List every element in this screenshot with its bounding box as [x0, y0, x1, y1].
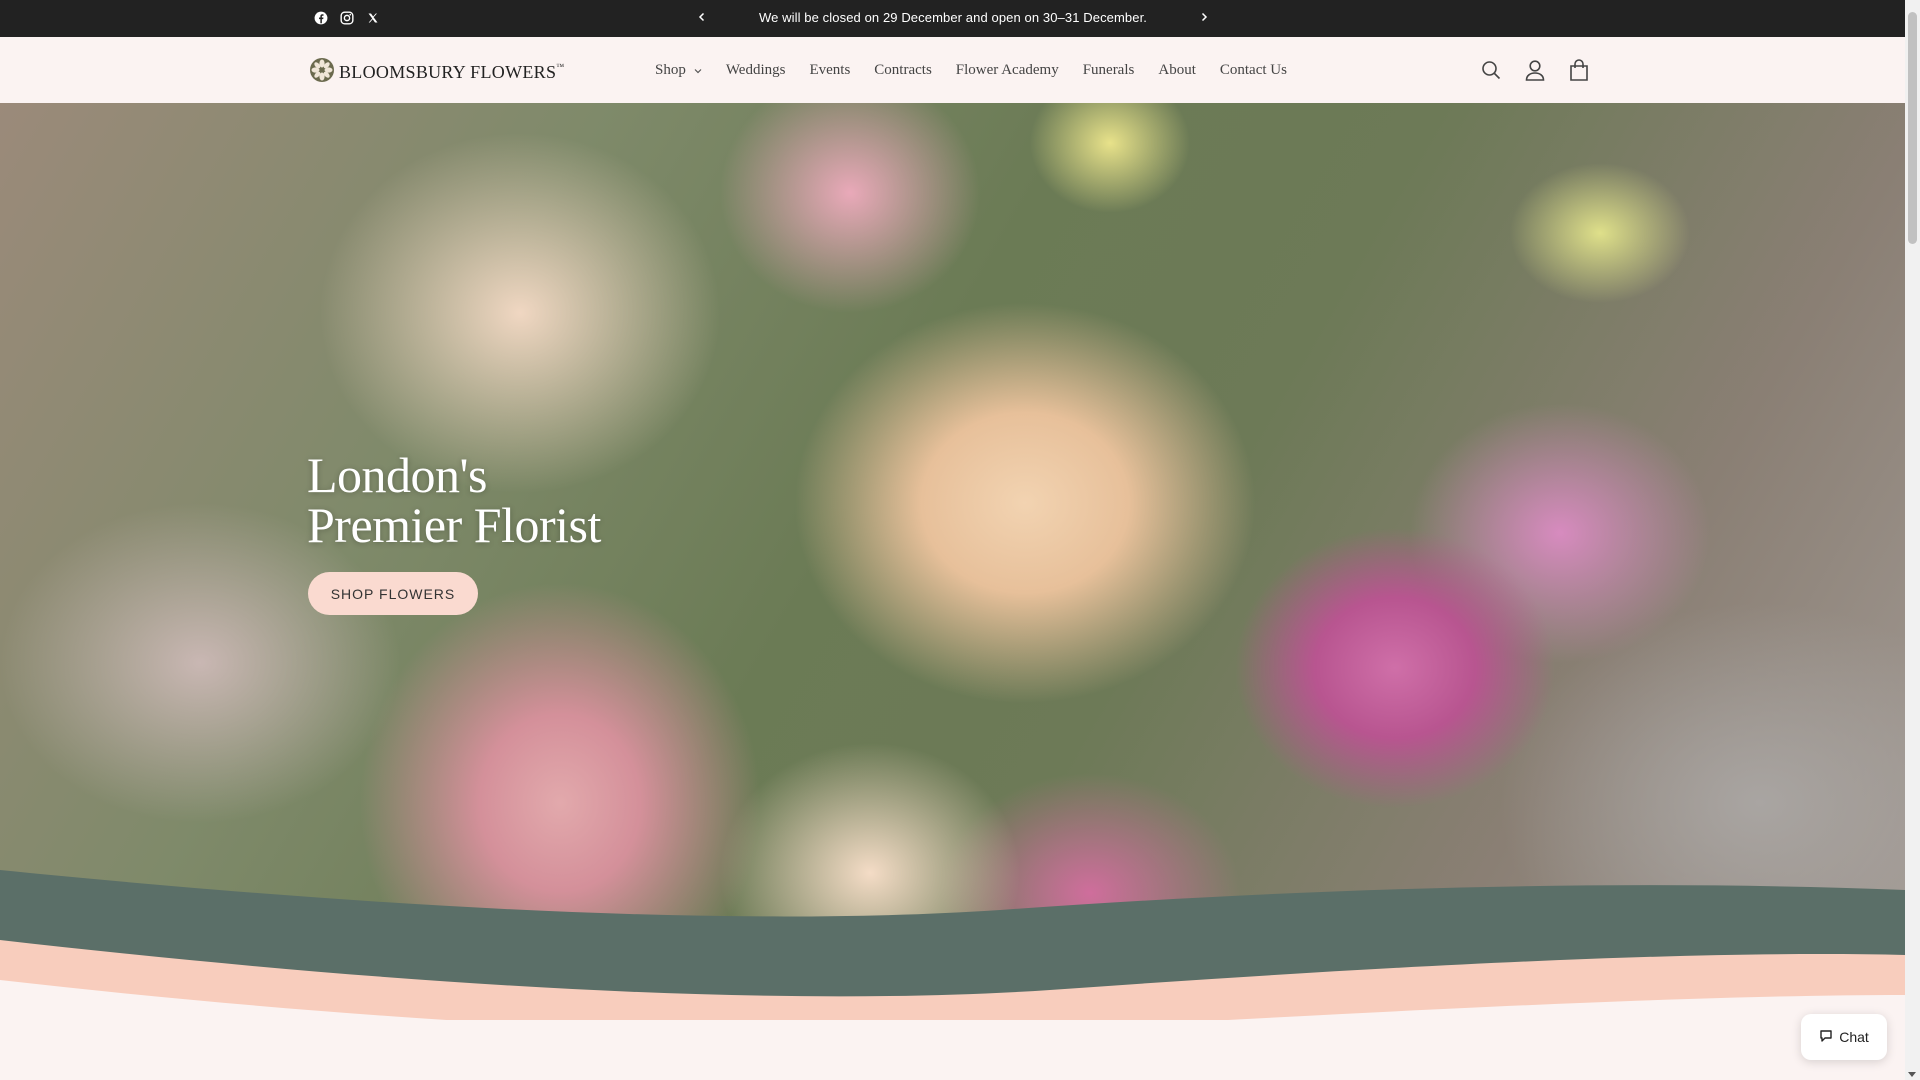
page: We will be closed on 29 December and ope…: [0, 0, 1920, 1080]
decorative-wave: [0, 870, 1905, 1080]
flower-logo-icon: [309, 57, 335, 88]
cart-icon[interactable]: [1568, 59, 1590, 81]
chevron-left-icon: [697, 9, 707, 27]
nav-item-contracts[interactable]: Contracts: [862, 62, 944, 79]
chat-label: Chat: [1839, 1029, 1869, 1045]
nav-item-label: About: [1158, 61, 1196, 78]
nav-item-label: Events: [809, 61, 851, 78]
nav-item-weddings[interactable]: Weddings: [714, 62, 798, 79]
x-icon[interactable]: [365, 10, 381, 26]
shop-flowers-button[interactable]: SHOP FLOWERS: [308, 572, 478, 615]
social-links: [313, 10, 381, 26]
scroll-down-icon[interactable]: [1908, 1072, 1916, 1077]
nav-item-label: Shop: [655, 61, 686, 78]
site-header: BLOOMSBURY FLOWERS™ Shop Weddings Events…: [0, 37, 1905, 103]
nav-item-label: Flower Academy: [955, 61, 1059, 78]
hero-title: London's Premier Florist: [307, 450, 601, 550]
account-icon[interactable]: [1524, 59, 1546, 81]
scrollbar-thumb[interactable]: [1908, 12, 1917, 244]
nav-item-contact-us[interactable]: Contact Us: [1208, 62, 1299, 79]
hero-banner: London's Premier Florist SHOP FLOWERS: [0, 103, 1905, 983]
instagram-icon[interactable]: [339, 10, 355, 26]
announcement-bar: We will be closed on 29 December and ope…: [0, 0, 1905, 37]
nav-item-flower-academy[interactable]: Flower Academy: [944, 62, 1071, 79]
nav-item-label: Contact Us: [1219, 61, 1287, 78]
page-scrollbar[interactable]: [1905, 0, 1920, 1080]
chevron-down-icon: [694, 62, 702, 79]
nav-item-funerals[interactable]: Funerals: [1071, 62, 1147, 79]
hero-title-line: Premier Florist: [307, 497, 601, 553]
logo-text: BLOOMSBURY FLOWERS™: [339, 62, 565, 82]
nav-item-label: Funerals: [1082, 61, 1135, 78]
nav-item-shop[interactable]: Shop: [655, 62, 714, 79]
logo-link[interactable]: BLOOMSBURY FLOWERS™: [309, 57, 564, 88]
search-icon[interactable]: [1480, 59, 1502, 81]
nav-item-about[interactable]: About: [1146, 62, 1208, 79]
nav-item-label: Weddings: [725, 61, 786, 78]
chevron-right-icon: [1199, 9, 1209, 27]
nav-item-events[interactable]: Events: [797, 62, 862, 79]
facebook-icon[interactable]: [313, 10, 329, 26]
header-actions: [1480, 59, 1590, 81]
main-nav: Shop Weddings Events Contracts Flower Ac…: [655, 37, 1299, 103]
hero-title-line: London's: [307, 447, 488, 503]
nav-item-label: Contracts: [874, 61, 932, 78]
announcement-text: We will be closed on 29 December and ope…: [758, 10, 1148, 25]
announcement-prev-button[interactable]: [692, 8, 712, 28]
announcement-next-button[interactable]: [1194, 8, 1214, 28]
chat-bubble-icon: [1819, 1029, 1833, 1046]
chat-button[interactable]: Chat: [1801, 1014, 1887, 1060]
